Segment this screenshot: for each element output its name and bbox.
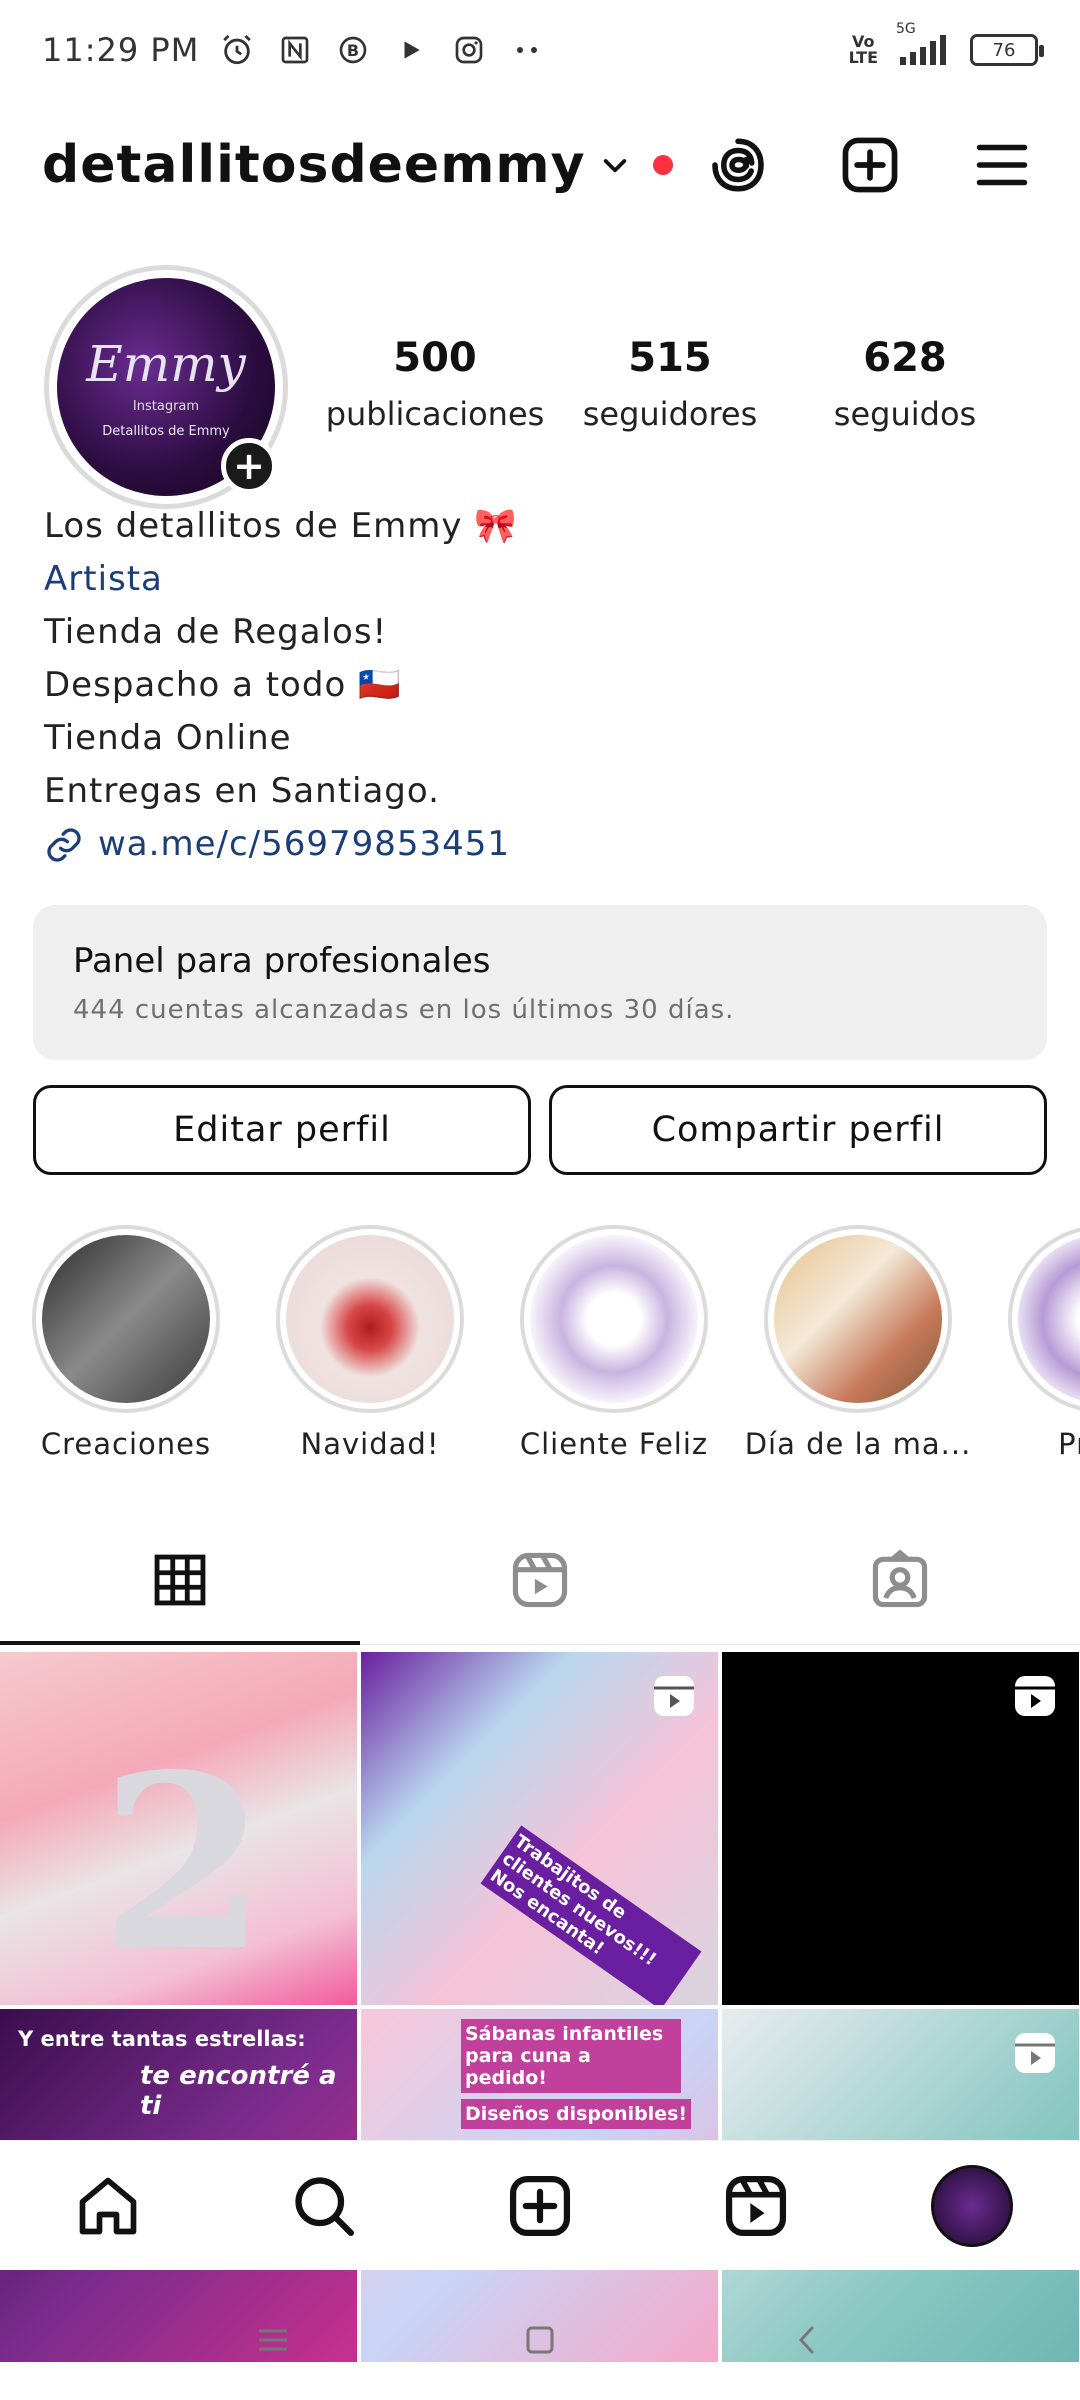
status-notification-icons: B [219,32,545,68]
post-thumbnail[interactable]: 2 [0,1652,357,2005]
tagged-icon [872,1549,928,1607]
username[interactable]: detallitosdeemmy [42,135,585,195]
bio-line: Despacho a todo 🇨🇱 [44,665,402,705]
avatar-brand-text: Emmy [86,335,246,393]
share-profile-button[interactable]: Compartir perfil [549,1085,1047,1175]
link-icon [44,825,84,865]
b-app-icon: B [335,32,371,68]
home-button-icon[interactable] [510,2310,570,2370]
highlight-item[interactable]: Día de la ma... [745,1225,970,1475]
tab-reels[interactable] [360,1515,720,1644]
back-icon[interactable] [777,2310,837,2370]
highlight-item[interactable]: Produ [1008,1225,1080,1475]
post-thumbnail[interactable]: Trabajitos de clientes nuevos!!! Nos enc… [361,1652,718,2005]
profile-bio: Los detallitos de Emmy 🎀 Artista Tienda … [44,500,1036,871]
story-highlights: Creaciones Navidad! Cliente Feliz Día de… [32,1225,1080,1475]
edit-profile-button[interactable]: Editar perfil [33,1085,531,1175]
stat-posts[interactable]: 500 publicaciones [320,335,550,433]
highlight-item[interactable]: Creaciones [32,1225,220,1475]
highlight-item[interactable]: Navidad! [276,1225,464,1475]
post-thumbnail[interactable] [722,1652,1079,2005]
post-caption-text: Diseños disponibles! [461,2099,692,2129]
reels-nav-icon[interactable] [711,2161,801,2251]
signal-icon: 5G [896,21,952,65]
grid-icon [154,1554,206,1605]
reel-badge-icon [1015,1676,1055,1716]
bio-line: Tienda Online [44,718,292,758]
highlight-cover [42,1235,210,1403]
post-caption-text: Trabajitos de clientes nuevos!!! Nos enc… [480,1825,702,2005]
bio-link-text[interactable]: wa.me/c/56979853451 [98,818,510,871]
reels-icon [512,1552,568,1607]
post-caption-text: te encontré a ti [140,2061,337,2121]
menu-icon[interactable] [966,129,1038,201]
chevron-down-icon[interactable] [599,149,631,181]
highlight-cover [774,1235,942,1403]
status-bar: 11:29 PM B Vo LTE 5G 76 [0,0,1080,100]
threads-icon[interactable] [702,129,774,201]
home-icon[interactable] [63,2161,153,2251]
reel-badge-icon [654,1676,694,1716]
profile-nav-avatar[interactable] [927,2161,1017,2251]
stat-following[interactable]: 628 seguidos [790,335,1020,433]
alarm-icon [219,32,255,68]
highlight-cover [1018,1235,1080,1403]
recents-icon[interactable] [243,2310,303,2370]
pro-panel-title: Panel para profesionales [73,941,491,981]
status-time: 11:29 PM [42,31,200,69]
create-post-icon[interactable] [834,129,906,201]
avatar-ig-text: Detallitos de Emmy [102,424,230,439]
profile-stats: 500 publicaciones 515 seguidores 628 seg… [320,335,1020,433]
play-icon [393,32,429,68]
highlight-item[interactable]: Cliente Feliz [520,1225,708,1475]
highlight-cover [286,1235,454,1403]
balloon-shape: 2 [100,1722,267,2004]
svg-text:B: B [347,41,359,60]
nfc-icon [277,32,313,68]
create-icon[interactable] [495,2161,585,2251]
search-icon[interactable] [279,2161,369,2251]
stat-followers[interactable]: 515 seguidores [555,335,785,433]
profile-action-buttons: Editar perfil Compartir perfil [33,1085,1047,1175]
bio-line: Entregas en Santiago. [44,771,440,811]
profile-header: detallitosdeemmy [42,110,1038,220]
notification-dot [653,155,674,175]
more-dots-icon [509,32,545,68]
instagram-icon [451,32,487,68]
bio-link[interactable]: wa.me/c/56979853451 [44,818,1036,871]
bio-line: Tienda de Regalos! [44,612,388,652]
reel-badge-icon [1015,2033,1055,2073]
system-navigation [0,2285,1080,2395]
battery-indicator: 76 [970,34,1044,66]
bio-name: Los detallitos de Emmy 🎀 [44,506,518,546]
post-caption-text: Sábanas infantiles para cuna a pedido! [461,2019,681,2093]
profile-tabs [0,1515,1080,1645]
highlight-cover [530,1235,698,1403]
status-right: Vo LTE 5G 76 [848,21,1044,67]
pro-panel-subtitle: 444 cuentas alcanzadas en los últimos 30… [73,995,735,1025]
avatar [931,2164,1013,2247]
bio-category[interactable]: Artista [44,553,1036,606]
profile-avatar[interactable]: Emmy Instagram Detallitos de Emmy + [44,265,288,509]
add-story-plus-icon[interactable]: + [221,438,277,494]
bottom-navigation [0,2140,1080,2270]
volte-indicator: Vo LTE [848,32,878,67]
tab-posts-grid[interactable] [0,1515,360,1645]
tab-tagged[interactable] [720,1515,1080,1644]
post-caption-text: Y entre tantas estrellas: [18,2027,306,2051]
professional-dashboard[interactable]: Panel para profesionales 444 cuentas alc… [33,905,1047,1060]
avatar-sub-text: Instagram [132,399,200,414]
